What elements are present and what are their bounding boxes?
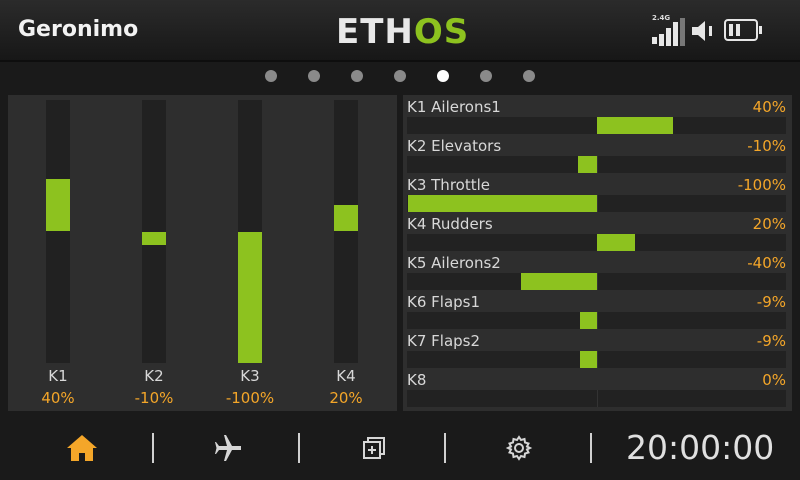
channel-bar-fill: [597, 234, 635, 251]
channel-name: K2 Elevators: [407, 137, 502, 155]
channel-value: -9%: [756, 293, 786, 311]
channel-bar-value: 20%: [329, 389, 363, 407]
channel-name: K5 Ailerons2: [407, 254, 501, 272]
status-icons[interactable]: 2.4G: [652, 14, 782, 46]
channel-row[interactable]: K4 Rudders 20%: [403, 212, 792, 251]
channel-bar-fill: [597, 117, 673, 134]
channel-bar-track: [407, 351, 786, 368]
channel-center-line: [597, 195, 598, 212]
home-button[interactable]: [62, 430, 102, 466]
logo-main-text: ETH: [336, 12, 414, 52]
channel-bar-track: [142, 100, 166, 363]
channel-center-line: [597, 351, 598, 368]
logo-accent-text: OS: [413, 12, 470, 52]
channel-bar-track: [407, 390, 786, 407]
page-dot[interactable]: [394, 70, 406, 82]
model-button[interactable]: [208, 430, 248, 466]
nav-separator: [298, 433, 300, 463]
channel-value: -9%: [756, 332, 786, 350]
page-dot[interactable]: [351, 70, 363, 82]
page-dot[interactable]: [265, 70, 277, 82]
page-indicator[interactable]: [0, 70, 800, 84]
ethos-logo: ETHOS: [336, 12, 469, 52]
channel-bar-track: [407, 156, 786, 173]
channel-bar-track: [334, 100, 358, 363]
battery-icon: [724, 19, 762, 41]
channel-name: K4 Rudders: [407, 215, 493, 233]
gear-icon: [505, 435, 533, 461]
settings-button[interactable]: [499, 430, 539, 466]
channel-bar-fill: [46, 178, 70, 232]
channel-name: K7 Flaps2: [407, 332, 481, 350]
channel-value: 20%: [752, 215, 786, 233]
channel-center-line: [597, 156, 598, 173]
channel-value: 0%: [762, 371, 786, 389]
screens-button[interactable]: [354, 430, 394, 466]
channel-bar-value: -100%: [225, 389, 275, 407]
channel-name: K8: [407, 371, 427, 389]
channel-bar-fill: [334, 205, 358, 232]
channel-bars-widget[interactable]: K1 40% K2 -10% K3 -100% K4 20%: [8, 95, 397, 411]
channel-center-line: [597, 273, 598, 290]
channel-bar-label: K4: [336, 367, 356, 385]
channel-row[interactable]: K1 Ailerons1 40%: [403, 95, 792, 134]
channel-bar-fill: [579, 312, 597, 329]
nav-separator: [590, 433, 592, 463]
channel-bar-track: [407, 117, 786, 134]
channel-row[interactable]: K3 Throttle -100%: [403, 173, 792, 212]
channel-row[interactable]: K8 0%: [403, 368, 792, 407]
channel-bar-track: [238, 100, 262, 363]
channel-value: -10%: [747, 137, 786, 155]
speaker-icon: [692, 21, 712, 41]
channel-name: K3 Throttle: [407, 176, 490, 194]
channel-value: -100%: [737, 176, 786, 194]
channel-bar-label: K3: [240, 367, 260, 385]
channel-name: K6 Flaps1: [407, 293, 481, 311]
channel-center-line: [597, 390, 598, 407]
nav-separator: [152, 433, 154, 463]
page-dot[interactable]: [523, 70, 535, 82]
channel-row[interactable]: K7 Flaps2 -9%: [403, 329, 792, 368]
channel-center-line: [597, 312, 598, 329]
channel-bar-fill: [578, 156, 597, 173]
channel-bar-track: [407, 312, 786, 329]
nav-separator: [444, 433, 446, 463]
page-dot[interactable]: [437, 70, 449, 82]
channel-bar-value: 40%: [41, 389, 75, 407]
channel-bar-label: K2: [144, 367, 164, 385]
channel-row[interactable]: K2 Elevators -10%: [403, 134, 792, 173]
channel-name: K1 Ailerons1: [407, 98, 501, 116]
clock: 20:00:00: [626, 428, 775, 467]
airplane-icon: [215, 435, 241, 461]
channel-bar-fill: [579, 351, 597, 368]
channel-value: -40%: [747, 254, 786, 272]
channel-bar-track: [407, 234, 786, 251]
channel-bar-fill: [407, 195, 597, 212]
channel-bar-track: [407, 273, 786, 290]
channel-row[interactable]: K6 Flaps1 -9%: [403, 290, 792, 329]
channel-bar-fill: [238, 231, 262, 363]
page-dot[interactable]: [480, 70, 492, 82]
home-icon: [67, 435, 97, 461]
channel-bar-label: K1: [48, 367, 68, 385]
channel-bar-fill: [521, 273, 597, 290]
channel-bar-fill: [142, 231, 166, 245]
channel-monitor-widget[interactable]: K1 Ailerons1 40% K2 Elevators -10% K3 Thrott…: [403, 95, 792, 411]
rssi-band-label: 2.4G: [652, 14, 671, 22]
channel-row[interactable]: K5 Ailerons2 -40%: [403, 251, 792, 290]
page-dot[interactable]: [308, 70, 320, 82]
channel-value: 40%: [752, 98, 786, 116]
screens-icon: [363, 437, 385, 459]
top-bar: Geronimo ETHOS 2.4G: [0, 0, 800, 62]
model-name[interactable]: Geronimo: [18, 17, 138, 42]
channel-bar-value: -10%: [134, 389, 174, 407]
channel-bar-track: [407, 195, 786, 212]
channel-bar-track: [46, 100, 70, 363]
bottom-nav-bar: 20:00:00: [0, 416, 800, 480]
